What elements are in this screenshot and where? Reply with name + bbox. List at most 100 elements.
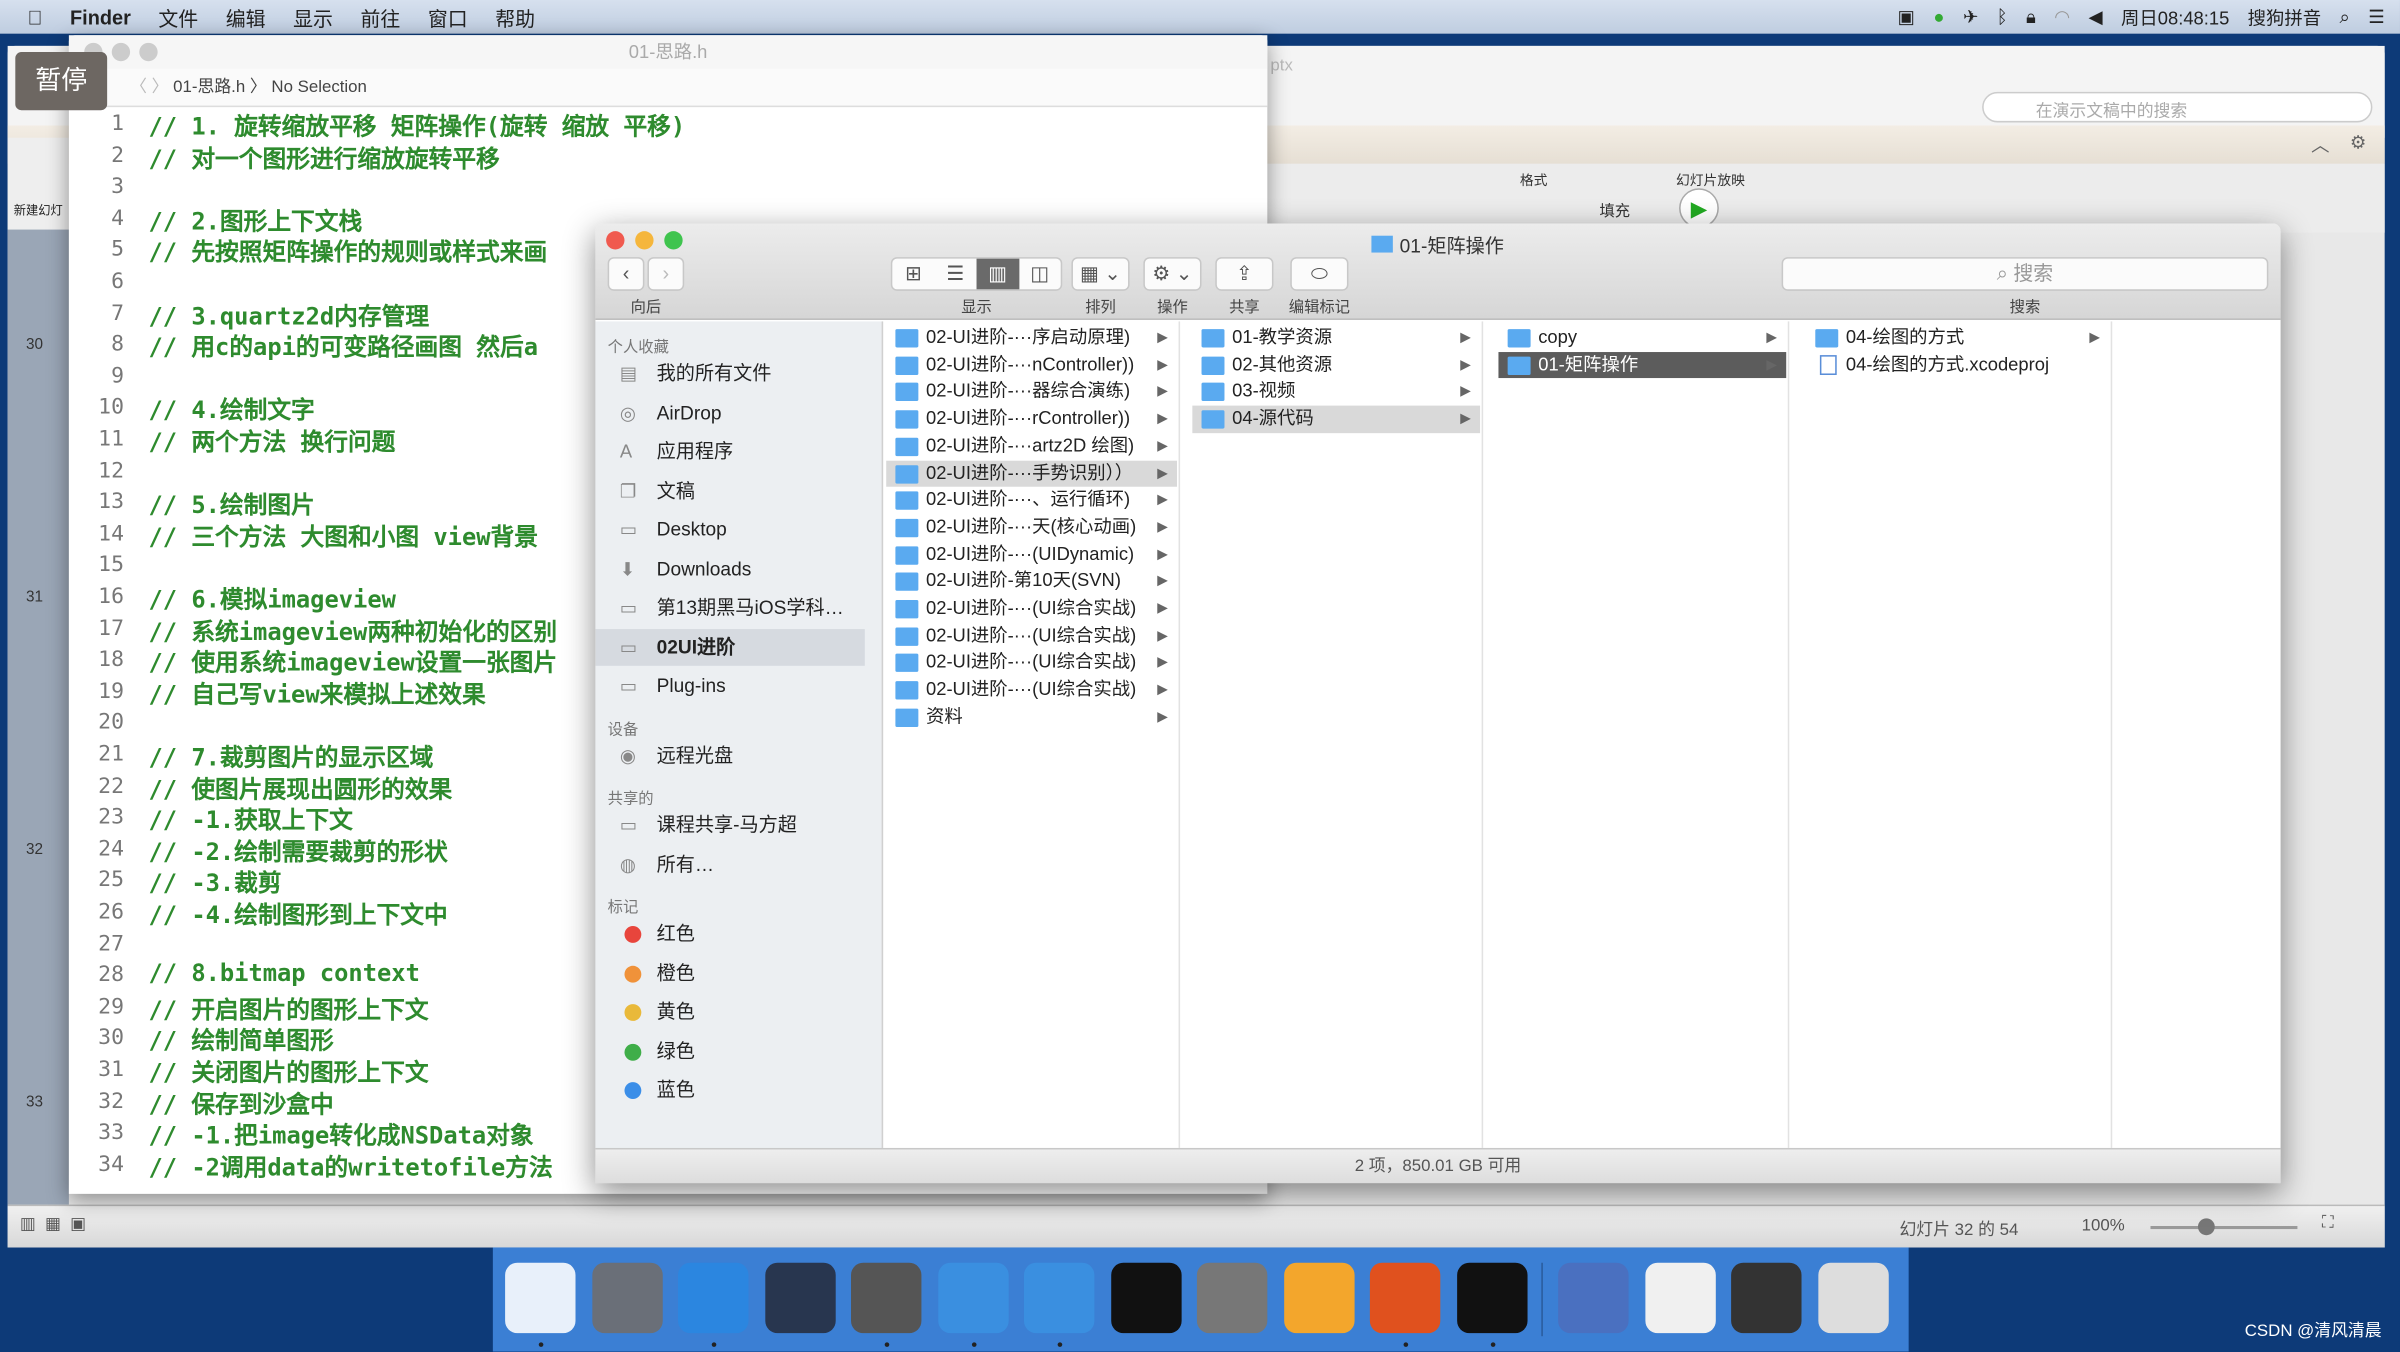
finder-icon[interactable] <box>505 1262 576 1334</box>
menu-edit[interactable]: 编辑 <box>226 2 266 31</box>
code-line[interactable]: // 2.图形上下文栈 <box>148 203 362 237</box>
nav-back-icon[interactable]: 〈 〉 <box>130 78 168 96</box>
zoom-slider[interactable] <box>2150 1226 2298 1230</box>
status-green-icon[interactable]: ● <box>1933 6 1944 27</box>
back-button[interactable]: ‹ <box>607 257 645 291</box>
code-line[interactable]: // 开启图片的图形上下文 <box>148 992 428 1026</box>
play-icon[interactable]: ▶ <box>1679 188 1719 229</box>
slide-number[interactable]: 33 <box>26 1094 43 1111</box>
file-row[interactable]: 02-UI进阶-···(UI综合实战) ▶ <box>886 595 1177 622</box>
sidebar-item[interactable]: 黄色 <box>595 993 864 1030</box>
code-line[interactable]: // 使用系统imageview设置一张图片 <box>148 645 557 679</box>
airplane-icon[interactable]: ✈ <box>1963 6 1978 27</box>
sidebar-item[interactable]: ▤ 我的所有文件 <box>595 355 864 392</box>
safari-icon[interactable] <box>678 1262 749 1334</box>
file-row[interactable]: 02-UI进阶-···器综合演练) ▶ <box>886 379 1177 406</box>
spotlight-icon[interactable]: ⌕ <box>2340 5 2350 28</box>
sidebar-item[interactable]: ▭ Plug-ins <box>595 667 864 704</box>
action-button[interactable]: ⚙ ⌄ <box>1143 257 1202 291</box>
search-input[interactable]: ⌕ 搜索 <box>1781 257 2269 291</box>
file-row[interactable]: 02-UI进阶-···artz2D 绘图) ▶ <box>886 433 1177 460</box>
xcode-icon[interactable] <box>937 1262 1008 1334</box>
list-view-icon[interactable]: ☰ <box>934 259 976 290</box>
view-mode-icons[interactable]: ▥▦▣ <box>20 1214 95 1233</box>
file-row[interactable]: 02-UI进阶-···(UI综合实战) ▶ <box>886 650 1177 677</box>
collapse-icon[interactable]: ︿ <box>2311 132 2329 158</box>
sidebar-item[interactable]: A 应用程序 <box>595 433 864 470</box>
keynote-search-input[interactable]: 在演示文稿中的搜索 <box>1982 91 2373 123</box>
bluetooth-icon[interactable]: ᛒ <box>1997 6 2008 27</box>
new-slide-button[interactable]: 新建幻灯 <box>7 137 69 230</box>
minimize-button[interactable] <box>111 42 131 62</box>
clock[interactable]: 周日08:48:15 <box>2121 4 2229 30</box>
forward-button[interactable]: › <box>647 257 685 291</box>
screen-sharing-icon[interactable] <box>1731 1262 1802 1334</box>
zoom-button[interactable] <box>139 42 158 62</box>
code-line[interactable]: // 5.绘制图片 <box>148 487 314 521</box>
sidebar-item[interactable]: 蓝色 <box>595 1071 864 1108</box>
lock-icon[interactable]: 🔒︎ <box>2026 5 2036 28</box>
code-line[interactable]: // 7.裁剪图片的显示区域 <box>148 739 433 773</box>
finder-column[interactable]: copy ▶ 01-矩阵操作 ▶ <box>1498 321 1790 1148</box>
quicktime-icon[interactable] <box>1558 1262 1629 1334</box>
code-line[interactable]: // 用c的api的可变路径画图 然后a <box>148 329 538 363</box>
sidebar-item[interactable]: ▭ 02UI进阶 <box>595 628 865 666</box>
finder-column[interactable]: 02-UI进阶-···序启动原理) ▶ 02-UI进阶-···nController… <box>886 321 1181 1148</box>
code-line[interactable]: // 三个方法 大图和小图 view背景 <box>148 519 538 553</box>
menu-view[interactable]: 显示 <box>293 2 333 31</box>
share-button[interactable]: ⇪ <box>1215 257 1274 291</box>
zoom-slider-thumb[interactable] <box>2197 1218 2215 1236</box>
trash-icon[interactable] <box>1817 1262 1888 1334</box>
jump-bar-file[interactable]: 01-思路.h <box>173 78 245 96</box>
file-row[interactable]: 04-绘图的方式 ▶ <box>1806 324 2109 351</box>
file-row[interactable]: 02-UI进阶-···(UI综合实战) ▶ <box>886 622 1177 649</box>
code-line[interactable]: // 先按照矩阵操作的规则或样式来画 <box>148 235 547 269</box>
column-view-icon[interactable]: ▥ <box>976 258 1019 290</box>
file-row[interactable]: 02-UI进阶-第10天(SVN) ▶ <box>886 568 1177 595</box>
file-row[interactable]: 02-UI进阶-···(UI综合实战) ▶ <box>886 677 1177 704</box>
code-line[interactable]: // 3.quartz2d内存管理 <box>148 298 429 332</box>
file-row[interactable]: 02-其他资源 ▶ <box>1192 352 1480 379</box>
jump-bar-selection[interactable]: No Selection <box>271 78 366 96</box>
slide-number[interactable]: 32 <box>26 842 43 859</box>
code-line[interactable]: // -1.获取上下文 <box>148 802 352 836</box>
file-row[interactable]: 资料 ▶ <box>886 704 1177 731</box>
file-row[interactable]: 01-矩阵操作 ▶ <box>1498 351 1787 379</box>
edit-tags-button[interactable]: ⬭ <box>1290 257 1349 291</box>
code-line[interactable]: // -3.裁剪 <box>148 865 281 899</box>
code-line[interactable]: // 自己写view来模拟上述效果 <box>148 676 485 710</box>
code-line[interactable]: // 关闭图片的图形上下文 <box>148 1055 428 1089</box>
sketch-icon[interactable] <box>1283 1262 1354 1334</box>
code-line[interactable]: // 系统imageview两种初始化的区别 <box>148 613 557 647</box>
sidebar-item[interactable]: ◉ 远程光盘 <box>595 737 864 774</box>
finder-column[interactable]: 04-绘图的方式 ▶ 04-绘图的方式.xcodeproj <box>1806 321 2113 1148</box>
sidebar-item[interactable]: ◎ AirDrop <box>595 394 864 431</box>
imovie-icon[interactable] <box>851 1262 922 1334</box>
system-preferences-icon[interactable] <box>1196 1262 1268 1334</box>
launchpad-icon[interactable] <box>591 1262 662 1334</box>
code-line[interactable]: // 两个方法 换行问题 <box>148 424 395 458</box>
file-row[interactable]: 01-教学资源 ▶ <box>1192 324 1480 351</box>
code-line[interactable]: // 对一个图形进行缩放旋转平移 <box>148 140 499 174</box>
code-line[interactable]: // 1. 旋转缩放平移 矩阵操作(旋转 缩放 平移) <box>148 109 685 143</box>
sidebar-item[interactable]: ◍ 所有… <box>595 846 864 883</box>
exec-terminal-icon[interactable] <box>1456 1262 1527 1334</box>
screen-record-icon[interactable]: ▣ <box>1898 6 1915 27</box>
terminal-icon[interactable] <box>1110 1262 1181 1334</box>
menu-app[interactable]: Finder <box>70 5 131 28</box>
notification-center-icon[interactable]: ☰ <box>2368 6 2384 27</box>
code-line[interactable]: // -2调用data的writetofile方法 <box>148 1149 552 1183</box>
file-row[interactable]: copy ▶ <box>1498 324 1786 351</box>
code-line[interactable]: // -4.绘制图形到上下文中 <box>148 897 447 931</box>
file-row[interactable]: 02-UI进阶-···、运行循环) ▶ <box>886 487 1177 514</box>
file-row[interactable]: 02-UI进阶-···天(核心动画) ▶ <box>886 514 1177 541</box>
code-line[interactable]: // 绘制简单图形 <box>148 1023 333 1057</box>
sidebar-item[interactable]: ▭ 第13期黑马iOS学科… <box>595 589 864 626</box>
fullscreen-icon[interactable]: ⛶ <box>2322 1214 2334 1234</box>
coverflow-view-icon[interactable]: ◫ <box>1019 259 1061 290</box>
code-line[interactable]: // 6.模拟imageview <box>148 582 395 616</box>
menu-file[interactable]: 文件 <box>158 2 198 31</box>
file-row[interactable]: 04-绘图的方式.xcodeproj <box>1806 352 2109 379</box>
slide-number[interactable]: 31 <box>26 589 43 606</box>
finder-column[interactable]: 01-教学资源 ▶ 02-其他资源 ▶ 03-视频 ▶ 04-源代码 ▶ <box>1192 321 1484 1148</box>
